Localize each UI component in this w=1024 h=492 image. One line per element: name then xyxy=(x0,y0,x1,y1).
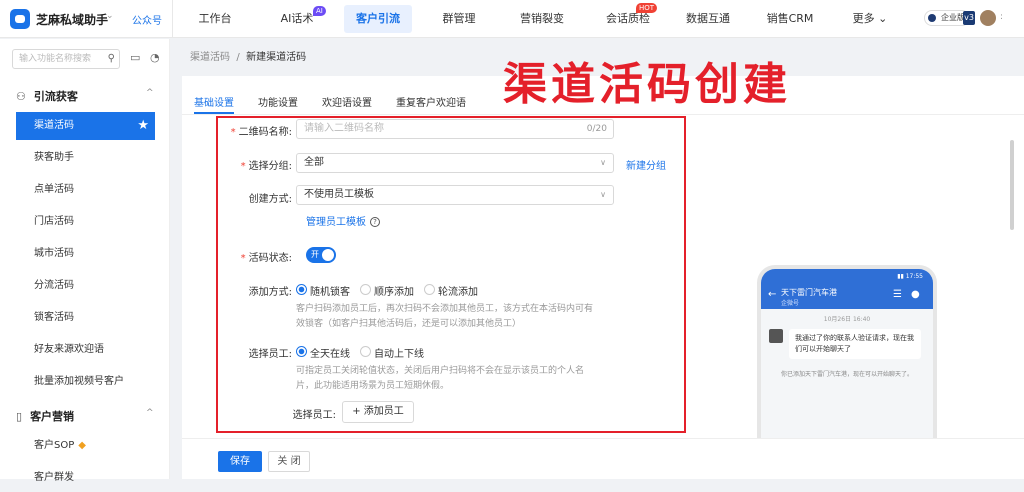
chevron-up-icon[interactable]: ^ xyxy=(146,408,154,418)
footer-bar: 保存 关 闭 xyxy=(182,438,1024,479)
sidebar-item-source-welcome[interactable]: 好友来源欢迎语 xyxy=(16,336,155,364)
nav-customer-acquisition[interactable]: 客户引流 xyxy=(344,5,412,33)
collapse-icon[interactable]: ▭ xyxy=(130,51,140,64)
nav-group-management[interactable]: 群管理 xyxy=(434,0,484,38)
star-icon[interactable]: ★ xyxy=(137,112,149,140)
phone-contact-sub: 企微号 xyxy=(781,300,800,307)
divider xyxy=(172,0,173,38)
sidebar-item-split-code[interactable]: 分流活码 xyxy=(16,272,155,300)
close-button[interactable]: 关 闭 xyxy=(268,451,310,472)
phone-avatar xyxy=(769,329,783,343)
menu-icon: ☰ xyxy=(893,289,902,300)
section-lead-gen[interactable]: ⚇ 引流获客 ^ xyxy=(16,88,154,104)
section-title: 引流获客 xyxy=(33,90,78,103)
user-icon: ● xyxy=(911,289,920,300)
breadcrumb: 渠道活码 / 新建渠道活码 xyxy=(190,48,306,63)
version-badge: v3 xyxy=(963,11,975,25)
phone-system-note: 你已添加天下雷门汽车港，现在可以开始聊天了。 xyxy=(780,371,913,378)
hot-badge: HOT xyxy=(636,3,658,13)
app-logo-icon xyxy=(10,9,30,29)
chevron-up-icon[interactable]: ^ xyxy=(146,88,154,98)
nav-marketing-fission[interactable]: 营销裂变 xyxy=(512,0,572,38)
sidebar-item-store-code[interactable]: 门店活码 xyxy=(16,208,155,236)
sidebar-item-batch-video[interactable]: 批量添加视频号客户 xyxy=(16,368,155,396)
search-placeholder: 输入功能名称搜索 xyxy=(19,54,92,64)
back-arrow-icon: ← xyxy=(768,289,777,300)
phone-timestamp: 10月26日 16:40 xyxy=(823,316,871,323)
tab-function[interactable]: 功能设置 xyxy=(258,94,298,109)
sidebar-item-city-code[interactable]: 城市活码 xyxy=(16,240,155,268)
app-switch-caret-icon[interactable]: ⌄ xyxy=(106,11,114,21)
phone-message: 我通过了你的联系人验证请求，现在我们可以开始聊天了 xyxy=(789,329,921,359)
nav-workbench[interactable]: 工作台 xyxy=(190,0,240,38)
nav-sales-crm[interactable]: 销售CRM xyxy=(760,0,820,38)
sidebar: 输入功能名称搜索 ⚲ ▭ ◔ ⚇ 引流获客 ^ 渠道活码 ★ 获客助手 点单活码 门… xyxy=(0,39,170,483)
tab-repeat-welcome[interactable]: 重复客户欢迎语 xyxy=(396,94,466,109)
sidebar-search-input[interactable]: 输入功能名称搜索 ⚲ xyxy=(12,49,120,69)
sidebar-item-customer-sop[interactable]: 客户SOP ◆ xyxy=(16,432,155,460)
sidebar-item-lock-code[interactable]: 锁客活码 xyxy=(16,304,155,332)
sidebar-item-label: 客户SOP xyxy=(34,440,75,451)
breadcrumb-separator: / xyxy=(236,52,240,63)
history-icon[interactable]: ◔ xyxy=(150,51,160,64)
overlay-title: 渠道活码创建 xyxy=(503,59,791,110)
avatar[interactable] xyxy=(980,10,996,26)
phone-header: ▮▮ 17:55 ← 天下雷门汽车港 企微号 ☰ ● xyxy=(761,269,933,309)
breadcrumb-current: 新建渠道活码 xyxy=(246,52,307,63)
account-menu-icon[interactable]: : xyxy=(1000,12,1003,22)
nav-data-sync[interactable]: 数据互通 xyxy=(678,0,738,38)
section-title: 客户营销 xyxy=(30,410,75,423)
ai-badge: AI xyxy=(313,6,326,16)
search-icon[interactable]: ⚲ xyxy=(108,50,115,68)
divider xyxy=(182,114,1024,115)
phone-contact-name: 天下雷门汽车港 xyxy=(781,288,837,297)
sidebar-item-label: 渠道活码 xyxy=(34,120,74,131)
vip-icon: ◆ xyxy=(78,440,86,451)
phone-status: ▮▮ 17:55 xyxy=(897,273,923,280)
highlight-box xyxy=(216,116,686,433)
nav-more[interactable]: 更多 ⌄ xyxy=(848,0,892,38)
top-bar: 芝麻私域助手 ⌄ 公众号 工作台 AI话术 AI 客户引流 群管理 营销裂变 会… xyxy=(0,0,1024,38)
user-add-icon: ⚇ xyxy=(16,90,26,103)
tab-welcome[interactable]: 欢迎语设置 xyxy=(322,94,372,109)
official-account-link[interactable]: 公众号 xyxy=(132,12,162,27)
app-name[interactable]: 芝麻私域助手 xyxy=(36,11,108,28)
sidebar-item-channel-code[interactable]: 渠道活码 ★ xyxy=(16,112,155,140)
breadcrumb-parent[interactable]: 渠道活码 xyxy=(190,52,230,63)
sidebar-item-mass-send[interactable]: 客户群发 xyxy=(16,464,155,492)
save-button[interactable]: 保存 xyxy=(218,451,262,472)
document-icon: ▯ xyxy=(16,410,23,423)
sidebar-item-acquisition-assistant[interactable]: 获客助手 xyxy=(16,144,155,172)
section-customer-marketing[interactable]: ▯ 客户营销 ^ xyxy=(16,408,154,424)
scrollbar[interactable] xyxy=(1010,140,1014,230)
sidebar-item-order-code[interactable]: 点单活码 xyxy=(16,176,155,204)
tab-basic[interactable]: 基础设置 xyxy=(194,94,234,109)
